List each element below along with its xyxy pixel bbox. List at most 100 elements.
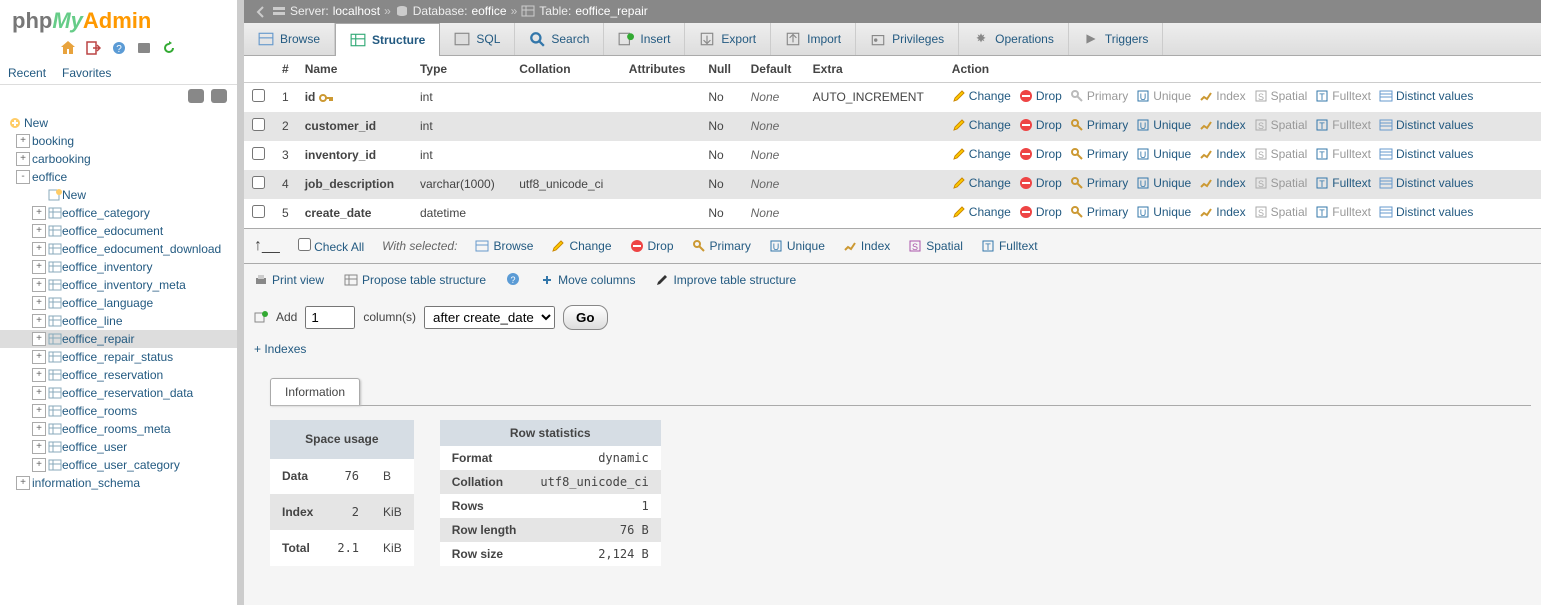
act-distinct[interactable]: Distinct values xyxy=(1379,147,1473,161)
tree-toggle[interactable]: + xyxy=(32,350,46,364)
tab-browse[interactable]: Browse xyxy=(244,23,335,55)
ws-spatial[interactable]: SSpatial xyxy=(908,239,963,253)
ws-index[interactable]: Index xyxy=(843,239,890,253)
recent-tab[interactable]: Recent xyxy=(0,62,54,84)
bc-server[interactable]: localhost xyxy=(333,4,380,18)
tab-search[interactable]: Search xyxy=(515,23,604,55)
check-all[interactable]: Check All xyxy=(298,238,364,254)
act-index[interactable]: Index xyxy=(1199,176,1245,190)
act-unique[interactable]: UUnique xyxy=(1136,205,1191,219)
tree-item-eoffice_repair_status[interactable]: +eoffice_repair_status xyxy=(0,348,237,366)
tree-toggle[interactable]: + xyxy=(32,368,46,382)
act-change[interactable]: Change xyxy=(952,205,1011,219)
tab-triggers[interactable]: Triggers xyxy=(1069,23,1164,55)
row-checkbox[interactable] xyxy=(252,147,265,160)
tree-toggle[interactable]: - xyxy=(16,170,30,184)
ws-drop[interactable]: Drop xyxy=(630,239,674,253)
tree-item-eoffice_inventory_meta[interactable]: +eoffice_inventory_meta xyxy=(0,276,237,294)
print-view[interactable]: Print view xyxy=(254,273,324,287)
act-drop[interactable]: Drop xyxy=(1019,205,1062,219)
tree-toggle[interactable]: + xyxy=(32,206,46,220)
tree-item-eoffice_line[interactable]: +eoffice_line xyxy=(0,312,237,330)
tree-item-carbooking[interactable]: +carbooking xyxy=(0,150,237,168)
act-primary[interactable]: Primary xyxy=(1070,147,1128,161)
tab-sql[interactable]: SQL xyxy=(440,23,515,55)
row-checkbox[interactable] xyxy=(252,118,265,131)
improve-structure[interactable]: Improve table structure xyxy=(655,273,796,287)
tab-import[interactable]: Import xyxy=(771,23,856,55)
act-primary[interactable]: Primary xyxy=(1070,89,1128,103)
act-drop[interactable]: Drop xyxy=(1019,176,1062,190)
act-fulltext[interactable]: TFulltext xyxy=(1315,176,1371,190)
home-icon[interactable] xyxy=(60,40,76,56)
act-change[interactable]: Change xyxy=(952,118,1011,132)
tree-item-eoffice_inventory[interactable]: +eoffice_inventory xyxy=(0,258,237,276)
go-button[interactable]: Go xyxy=(563,305,608,330)
act-spatial[interactable]: SSpatial xyxy=(1254,89,1308,103)
tree-toggle[interactable]: + xyxy=(32,260,46,274)
tree-toggle[interactable]: + xyxy=(32,440,46,454)
tree-toggle[interactable]: + xyxy=(32,296,46,310)
logo[interactable]: phpMyAdmin xyxy=(0,0,237,38)
act-change[interactable]: Change xyxy=(952,89,1011,103)
add-position-select[interactable]: after create_date xyxy=(424,306,555,329)
tree-toggle[interactable]: + xyxy=(16,152,30,166)
tree-item-eoffice_category[interactable]: +eoffice_category xyxy=(0,204,237,222)
indexes-toggle[interactable]: + Indexes xyxy=(244,338,1541,360)
sql-icon[interactable] xyxy=(136,40,152,56)
act-drop[interactable]: Drop xyxy=(1019,89,1062,103)
ws-fulltext[interactable]: TFulltext xyxy=(981,239,1038,253)
row-checkbox[interactable] xyxy=(252,89,265,102)
docs-icon[interactable]: ? xyxy=(111,40,127,56)
tree-item-New[interactable]: New xyxy=(0,186,237,204)
ws-unique[interactable]: UUnique xyxy=(769,239,825,253)
act-change[interactable]: Change xyxy=(952,147,1011,161)
tree-toggle[interactable]: + xyxy=(32,404,46,418)
tree-item-eoffice_rooms_meta[interactable]: +eoffice_rooms_meta xyxy=(0,420,237,438)
tree-new[interactable]: New xyxy=(0,114,237,132)
act-spatial[interactable]: SSpatial xyxy=(1254,205,1308,219)
act-spatial[interactable]: SSpatial xyxy=(1254,118,1308,132)
act-index[interactable]: Index xyxy=(1199,118,1245,132)
propose-structure[interactable]: Propose table structure xyxy=(344,273,486,287)
tree-item-eoffice_language[interactable]: +eoffice_language xyxy=(0,294,237,312)
tree-item-eoffice_user_category[interactable]: +eoffice_user_category xyxy=(0,456,237,474)
tree-toggle[interactable]: + xyxy=(16,134,30,148)
tab-operations[interactable]: Operations xyxy=(959,23,1069,55)
move-columns[interactable]: Move columns xyxy=(540,273,635,287)
act-fulltext[interactable]: TFulltext xyxy=(1315,118,1371,132)
tree-item-eoffice_reservation[interactable]: +eoffice_reservation xyxy=(0,366,237,384)
act-distinct[interactable]: Distinct values xyxy=(1379,205,1473,219)
tree-item-eoffice_reservation_data[interactable]: +eoffice_reservation_data xyxy=(0,384,237,402)
act-fulltext[interactable]: TFulltext xyxy=(1315,147,1371,161)
act-unique[interactable]: UUnique xyxy=(1136,147,1191,161)
tree-toggle[interactable]: + xyxy=(32,242,46,256)
reload-icon[interactable] xyxy=(161,40,177,56)
act-unique[interactable]: UUnique xyxy=(1136,89,1191,103)
tree-toggle[interactable]: + xyxy=(32,458,46,472)
nav-left-icon[interactable] xyxy=(254,4,268,19)
act-index[interactable]: Index xyxy=(1199,89,1245,103)
act-drop[interactable]: Drop xyxy=(1019,118,1062,132)
tree-toggle[interactable]: + xyxy=(32,386,46,400)
act-unique[interactable]: UUnique xyxy=(1136,118,1191,132)
act-primary[interactable]: Primary xyxy=(1070,205,1128,219)
act-distinct[interactable]: Distinct values xyxy=(1379,176,1473,190)
tab-export[interactable]: Export xyxy=(685,23,771,55)
act-fulltext[interactable]: TFulltext xyxy=(1315,89,1371,103)
tree-item-eoffice_rooms[interactable]: +eoffice_rooms xyxy=(0,402,237,420)
act-index[interactable]: Index xyxy=(1199,147,1245,161)
link-icon[interactable] xyxy=(211,89,227,103)
tree-toggle[interactable]: + xyxy=(32,332,46,346)
act-distinct[interactable]: Distinct values xyxy=(1379,118,1473,132)
act-spatial[interactable]: SSpatial xyxy=(1254,176,1308,190)
tree-toggle[interactable]: + xyxy=(32,224,46,238)
ws-change[interactable]: Change xyxy=(551,239,611,253)
act-primary[interactable]: Primary xyxy=(1070,176,1128,190)
row-checkbox[interactable] xyxy=(252,205,265,218)
bc-tbl[interactable]: eoffice_repair xyxy=(575,4,648,18)
tab-insert[interactable]: Insert xyxy=(604,23,685,55)
logout-icon[interactable] xyxy=(85,40,101,56)
tree-item-eoffice[interactable]: -eoffice xyxy=(0,168,237,186)
check-all-box[interactable] xyxy=(298,238,311,251)
